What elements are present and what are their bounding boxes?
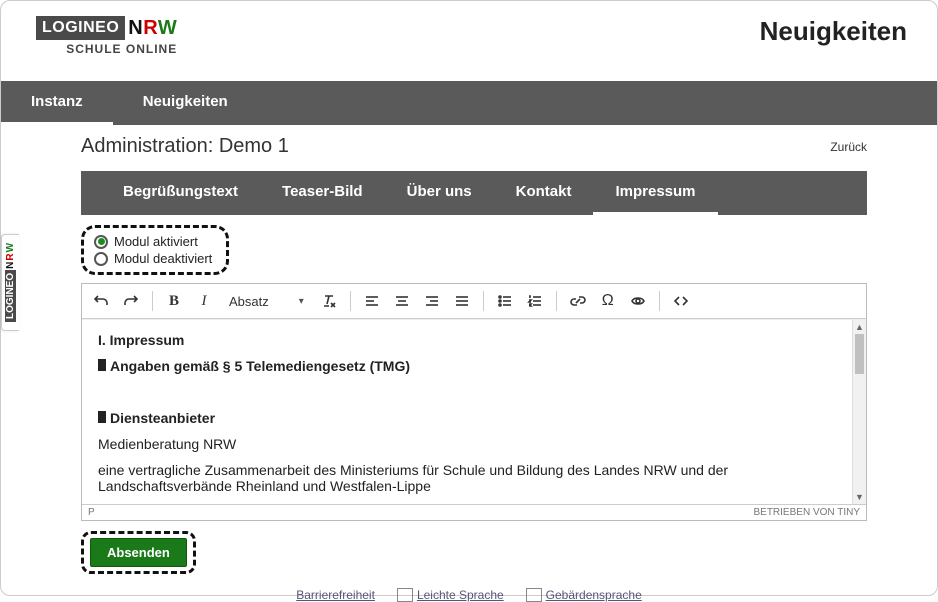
- radio-deactivated-input[interactable]: [94, 252, 108, 266]
- eye-icon: [630, 293, 646, 309]
- link-button[interactable]: [565, 288, 591, 314]
- align-justify-icon: [454, 293, 470, 309]
- editor-p1: Medienberatung NRW: [98, 436, 848, 452]
- footer-leichte-sprache-label: Leichte Sprache: [417, 588, 504, 602]
- align-left-icon: [364, 293, 380, 309]
- leichte-sprache-icon: [397, 588, 413, 602]
- ordered-list-icon: [527, 293, 543, 309]
- editor-line-dienst: Diensteanbieter: [98, 410, 848, 426]
- side-badge-w: W: [5, 243, 16, 252]
- tab-ueber-uns[interactable]: Über uns: [385, 171, 494, 215]
- editor-p2: eine vertragliche Zusammenarbeit des Min…: [98, 462, 848, 494]
- logo-nrw: NRW: [128, 17, 177, 40]
- align-center-button[interactable]: [389, 288, 415, 314]
- footer-leichte-sprache-link[interactable]: Leichte Sprache: [397, 588, 504, 602]
- radio-deactivated[interactable]: Modul deaktiviert: [94, 251, 212, 266]
- main-nav: Instanz Neuigkeiten: [1, 81, 937, 125]
- subtabs: Begrüßungstext Teaser-Bild Über uns Kont…: [81, 171, 867, 215]
- align-left-button[interactable]: [359, 288, 385, 314]
- link-icon: [570, 293, 586, 309]
- radio-activated-input[interactable]: [94, 235, 108, 249]
- footer-links: Barrierefreiheit Leichte Sprache Gebärde…: [1, 588, 937, 602]
- submit-highlight: Absenden: [81, 531, 196, 574]
- align-justify-button[interactable]: [449, 288, 475, 314]
- scroll-thumb[interactable]: [855, 334, 864, 374]
- align-center-icon: [394, 293, 410, 309]
- scroll-up-icon[interactable]: ▲: [853, 320, 866, 334]
- logo-subtitle: SCHULE ONLINE: [36, 42, 177, 56]
- radio-activated-label: Modul aktiviert: [114, 234, 198, 249]
- nav-neuigkeiten[interactable]: Neuigkeiten: [113, 81, 258, 125]
- nav-instanz[interactable]: Instanz: [1, 81, 113, 125]
- chevron-down-icon: ▾: [299, 296, 304, 307]
- logo-dark: LOGINEO: [36, 16, 125, 40]
- align-right-button[interactable]: [419, 288, 445, 314]
- redo-button[interactable]: [118, 288, 144, 314]
- logo-nrw-n: N: [128, 17, 143, 39]
- editor-line-tmg: Angaben gemäß § 5 Telemediengesetz (TMG): [98, 358, 848, 374]
- footer-gebaerdensprache-link[interactable]: Gebärdensprache: [526, 588, 642, 602]
- ordered-list-button[interactable]: [522, 288, 548, 314]
- toolbar-separator: [483, 291, 484, 311]
- editor-toolbar: B I Absatz ▾ Ω: [82, 284, 866, 319]
- rich-text-editor: B I Absatz ▾ Ω: [81, 283, 867, 521]
- editor-heading: I. Impressum: [98, 332, 848, 348]
- special-char-button[interactable]: Ω: [595, 288, 621, 314]
- tab-impressum[interactable]: Impressum: [593, 171, 717, 215]
- toolbar-separator: [659, 291, 660, 311]
- subheader-title: Administration: Demo 1: [81, 135, 289, 158]
- tab-teaser-bild[interactable]: Teaser-Bild: [260, 171, 385, 215]
- side-badge-logo-dark: LOGINEO: [5, 270, 16, 322]
- submit-button[interactable]: Absenden: [90, 538, 187, 567]
- undo-button[interactable]: [88, 288, 114, 314]
- page-subheader: Administration: Demo 1 Zurück: [1, 125, 937, 163]
- editor-content[interactable]: I. Impressum Angaben gemäß § 5 Telemedie…: [98, 332, 848, 492]
- editor-scrollbar[interactable]: ▲ ▼: [852, 320, 866, 504]
- bold-button[interactable]: B: [161, 288, 187, 314]
- gebaerden-icon: [526, 588, 542, 602]
- undo-icon: [93, 293, 109, 309]
- logo[interactable]: LOGINEO NRW SCHULE ONLINE: [36, 16, 177, 56]
- logo-nrw-w: W: [158, 17, 177, 39]
- radio-deactivated-label: Modul deaktiviert: [114, 251, 212, 266]
- unordered-list-icon: [497, 293, 513, 309]
- tab-kontakt[interactable]: Kontakt: [494, 171, 594, 215]
- editor-powered-by: BETRIEBEN VON TINY: [753, 507, 860, 518]
- toolbar-separator: [556, 291, 557, 311]
- back-link[interactable]: Zurück: [830, 140, 867, 154]
- side-badge-r: R: [5, 253, 16, 260]
- preview-button[interactable]: [625, 288, 651, 314]
- format-select-label: Absatz: [229, 294, 269, 309]
- toolbar-separator: [350, 291, 351, 311]
- format-select[interactable]: Absatz ▾: [221, 288, 312, 314]
- editor-footer: P BETRIEBEN VON TINY: [82, 504, 866, 520]
- editor-body[interactable]: I. Impressum Angaben gemäß § 5 Telemedie…: [82, 319, 866, 504]
- header: LOGINEO NRW SCHULE ONLINE Neuigkeiten: [1, 1, 937, 61]
- module-radio-group: Modul aktiviert Modul deaktiviert: [81, 225, 229, 275]
- side-badge-n: N: [5, 262, 16, 269]
- unordered-list-button[interactable]: [492, 288, 518, 314]
- code-icon: [673, 293, 689, 309]
- radio-activated[interactable]: Modul aktiviert: [94, 234, 212, 249]
- logo-nrw-r: R: [143, 17, 158, 39]
- italic-button[interactable]: I: [191, 288, 217, 314]
- toolbar-separator: [152, 291, 153, 311]
- source-code-button[interactable]: [668, 288, 694, 314]
- clear-format-icon: [321, 293, 337, 309]
- redo-icon: [123, 293, 139, 309]
- editor-status-path: P: [88, 507, 95, 518]
- footer-accessibility-link[interactable]: Barrierefreiheit: [296, 588, 375, 602]
- clear-format-button[interactable]: [316, 288, 342, 314]
- page-title: Neuigkeiten: [760, 16, 907, 47]
- scroll-down-icon[interactable]: ▼: [853, 490, 866, 504]
- align-right-icon: [424, 293, 440, 309]
- footer-gebaerden-label: Gebärdensprache: [546, 588, 642, 602]
- tab-begruessungstext[interactable]: Begrüßungstext: [101, 171, 260, 215]
- side-badge[interactable]: LOGINEO NRW: [1, 234, 19, 331]
